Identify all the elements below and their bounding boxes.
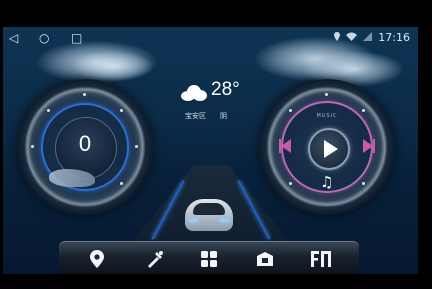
previous-icon[interactable] [279,139,295,153]
radio-box-icon[interactable] [251,247,279,271]
speed-arc [49,169,95,187]
status-bar: ◁ ○ □ 17:16 [3,27,418,49]
sky-cloud [73,51,153,81]
music-player-dial: MUSIC ♫ [259,79,395,215]
brush-wrench-icon[interactable] [141,247,169,271]
home-button[interactable]: ○ [39,31,49,45]
weather-details: 宝安区 阴 [185,111,227,121]
clock: 17:16 [378,31,410,44]
dial-tick [47,109,50,112]
play-icon[interactable] [308,128,350,170]
wifi-icon [346,32,358,44]
cloudy-icon [181,85,207,101]
dial-tick [120,109,123,112]
status-icons: 17:16 [334,31,410,44]
dial-tick [289,182,292,185]
dial-tick [120,182,123,185]
grid-icon[interactable] [195,247,223,271]
speed-value: 0 [78,131,92,156]
district-label: 宝安区 [185,112,206,120]
temperature: 28° [211,79,240,100]
dial-tick [83,93,86,96]
back-button[interactable]: ◁ [9,31,18,45]
device-frame: ◁ ○ □ 17:16 28° 宝安区 阴 0 MUSIC ♫ ︿ [0,0,432,289]
location-icon [334,31,341,44]
app-dock: ︿ [59,241,359,274]
music-note-icon[interactable]: ♫ [320,173,333,191]
next-icon[interactable] [361,139,377,153]
recents-button[interactable]: □ [71,31,82,45]
fm-icon[interactable] [307,247,335,271]
dial-tick [325,93,328,96]
dial-tick [362,109,365,112]
dial-tick [362,182,365,185]
speedometer-dial[interactable]: 0 [17,79,153,215]
car-launcher-screen: ◁ ○ □ 17:16 28° 宝安区 阴 0 MUSIC ♫ ︿ [3,27,418,274]
map-pin-icon[interactable] [83,247,111,271]
dial-tick [289,109,292,112]
music-label: MUSIC [316,113,338,119]
car-illustration [185,193,233,235]
condition-label: 阴 [220,112,227,120]
signal-icon [363,31,373,44]
chevron-up-icon[interactable]: ︿ [207,269,214,274]
